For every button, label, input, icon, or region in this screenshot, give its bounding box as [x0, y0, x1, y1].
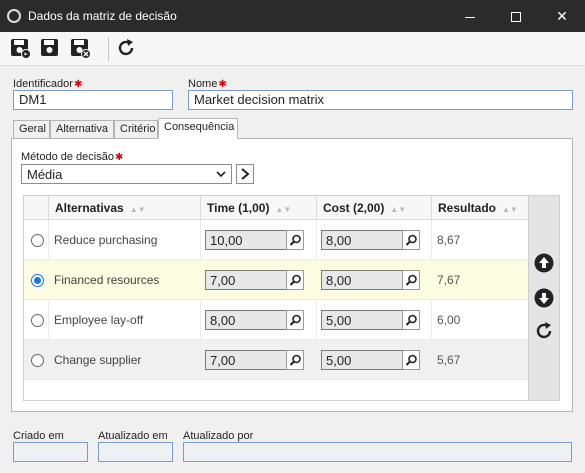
updated-by-label: Atualizado por [183, 430, 254, 442]
save-new-icon [11, 39, 31, 59]
updated-label: Atualizado em [98, 430, 168, 442]
search-icon [405, 354, 417, 366]
chevron-right-icon [241, 168, 250, 180]
app-icon [7, 9, 21, 23]
move-down-button[interactable] [533, 287, 555, 309]
result-value: 5,67 [437, 353, 461, 367]
decision-method-label: Método de decisão✱ [21, 151, 124, 163]
tab-alternativa[interactable]: Alternativa [50, 120, 114, 139]
arrow-up-circle-icon [534, 253, 554, 273]
time-lookup-button[interactable] [286, 310, 304, 330]
alternative-name: Employee lay-off [54, 313, 144, 327]
save-and-close-button[interactable] [69, 37, 93, 61]
sort-icon: ▲▼ [129, 205, 146, 214]
name-label: Nome✱ [188, 78, 227, 90]
time-lookup-button[interactable] [286, 350, 304, 370]
search-icon [405, 234, 417, 246]
move-up-button[interactable] [533, 252, 555, 274]
identifier-field[interactable]: DM1 [13, 90, 173, 110]
maximize-icon [511, 12, 521, 23]
window-title: Dados da matriz de decisão [28, 9, 177, 23]
time-value-field[interactable]: 10,00 [205, 230, 287, 250]
created-label: Criado em [13, 430, 64, 442]
sort-icon: ▲▼ [502, 205, 518, 214]
column-header-alternatives[interactable]: Alternativas ▲▼ [48, 196, 200, 220]
column-header-cost[interactable]: Cost (2,00) ▲▼ [316, 196, 431, 220]
name-field[interactable]: Market decision matrix [188, 90, 573, 110]
refresh-icon [536, 322, 552, 339]
alternative-name: Reduce purchasing [54, 233, 158, 247]
result-value: 7,67 [437, 273, 461, 287]
arrow-down-circle-icon [534, 288, 554, 308]
cost-lookup-button[interactable] [402, 310, 420, 330]
save-new-button[interactable] [9, 37, 33, 61]
toolbar-separator [108, 37, 109, 61]
tab-geral[interactable]: Geral [13, 120, 50, 139]
result-value: 6,00 [437, 313, 461, 327]
cost-value-field[interactable]: 8,00 [321, 270, 403, 290]
minimize-button[interactable] [447, 0, 493, 32]
search-icon [289, 354, 301, 366]
save-icon [41, 39, 58, 56]
cost-value-field[interactable]: 8,00 [321, 230, 403, 250]
time-value-field[interactable]: 8,00 [205, 310, 287, 330]
time-value-field[interactable]: 7,00 [205, 350, 287, 370]
row-radio[interactable] [31, 354, 44, 367]
close-icon: ✕ [556, 8, 568, 24]
alternative-name: Change supplier [54, 353, 142, 367]
cost-lookup-button[interactable] [402, 230, 420, 250]
cost-lookup-button[interactable] [402, 270, 420, 290]
sort-icon: ▲▼ [390, 205, 407, 214]
refresh-icon [118, 39, 134, 56]
maximize-button[interactable] [493, 0, 539, 32]
created-field [13, 442, 88, 462]
identifier-label: Identificador✱ [13, 78, 83, 90]
search-icon [289, 234, 301, 246]
tab-criterio[interactable]: Critério [114, 120, 158, 139]
result-value: 8,67 [437, 233, 461, 247]
grid-refresh-button[interactable] [533, 320, 555, 342]
tab-consequencia[interactable]: Consequência [158, 118, 238, 139]
consequence-grid: Alternativas ▲▼ Time (1,00) ▲▼ Cost (2,00)… [23, 195, 529, 401]
required-icon: ✱ [218, 79, 227, 90]
time-lookup-button[interactable] [286, 270, 304, 290]
decision-method-select[interactable]: Média [21, 164, 232, 184]
search-icon [289, 274, 301, 286]
cost-value-field[interactable]: 5,00 [321, 350, 403, 370]
column-header-result[interactable]: Resultado ▲▼ [431, 196, 528, 220]
table-row[interactable]: Employee lay-off 8,00 5,00 6,00 [24, 300, 528, 340]
row-radio[interactable] [31, 234, 44, 247]
sort-icon: ▲▼ [275, 205, 292, 214]
alternative-name: Financed resources [54, 273, 160, 287]
refresh-button[interactable] [115, 37, 139, 61]
updated-field [98, 442, 173, 462]
row-radio[interactable] [31, 314, 44, 327]
table-row[interactable]: Financed resources 7,00 8,00 7,67 [24, 260, 528, 300]
grid-side-toolbar [529, 195, 560, 401]
search-icon [405, 314, 417, 326]
required-icon: ✱ [73, 79, 83, 90]
grid-header: Alternativas ▲▼ Time (1,00) ▲▼ Cost (2,00)… [24, 196, 528, 220]
row-radio[interactable] [31, 274, 44, 287]
decision-method-value: Média [27, 167, 63, 182]
cost-lookup-button[interactable] [402, 350, 420, 370]
search-icon [405, 274, 417, 286]
search-icon [289, 314, 301, 326]
cost-value-field[interactable]: 5,00 [321, 310, 403, 330]
title-bar: Dados da matriz de decisão ✕ [0, 0, 585, 32]
column-header-time[interactable]: Time (1,00) ▲▼ [200, 196, 316, 220]
chevron-down-icon [216, 171, 226, 178]
table-row[interactable]: Reduce purchasing 10,00 8,00 8,67 [24, 220, 528, 260]
table-row[interactable]: Change supplier 7,00 5,00 5,67 [24, 340, 528, 380]
required-icon: ✱ [114, 152, 124, 163]
minimize-icon [465, 16, 475, 18]
save-close-icon [71, 39, 91, 59]
close-window-button[interactable]: ✕ [539, 0, 585, 32]
decision-method-go-button[interactable] [236, 164, 254, 184]
updated-by-field [183, 442, 572, 462]
save-button[interactable] [39, 37, 63, 61]
time-value-field[interactable]: 7,00 [205, 270, 287, 290]
time-lookup-button[interactable] [286, 230, 304, 250]
toolbar [0, 32, 585, 66]
